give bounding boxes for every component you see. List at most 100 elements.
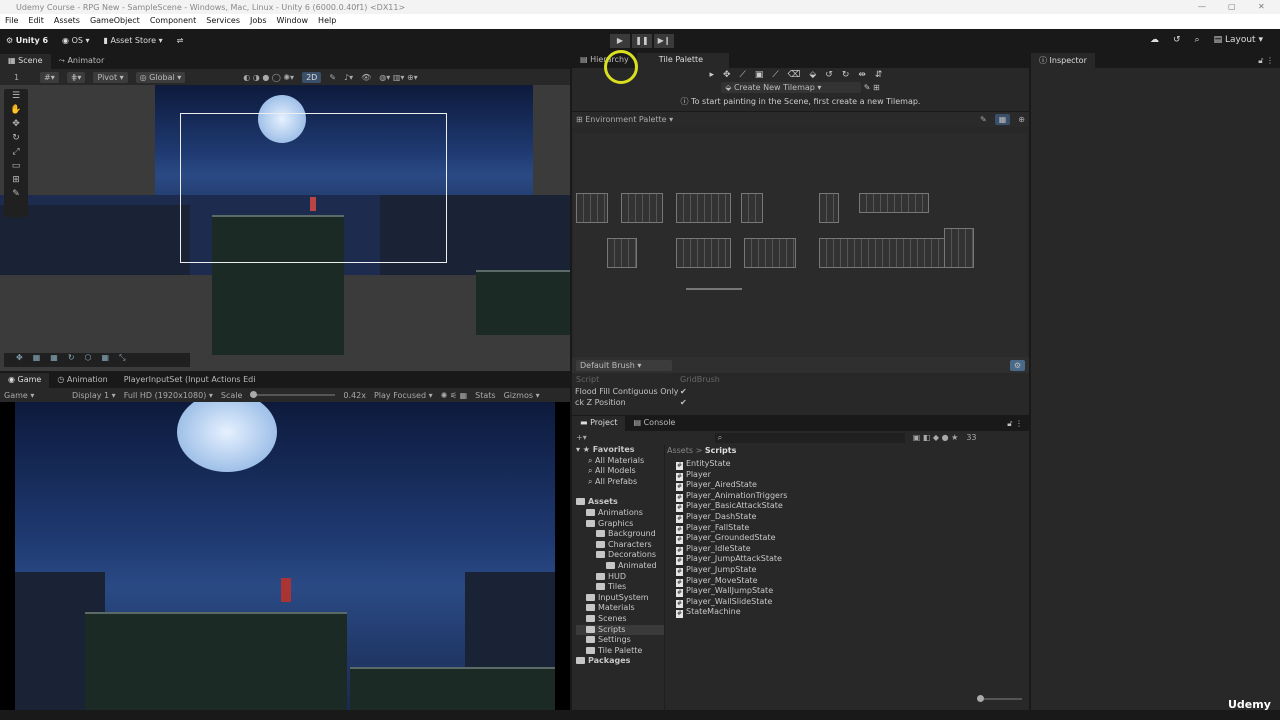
tab-tile-palette[interactable]: Tile Palette xyxy=(636,53,730,68)
menu-component[interactable]: Component xyxy=(150,16,196,27)
edit-palette-icon[interactable]: ✎ xyxy=(980,115,987,124)
mute-icon[interactable]: ✺ ⚟ ▦ xyxy=(441,391,468,400)
script-file[interactable]: # Player xyxy=(676,470,787,481)
breadcrumb-scripts[interactable]: Scripts xyxy=(705,446,737,455)
search-icon[interactable]: ⌕ xyxy=(1195,35,1200,45)
tab-project[interactable]: ▬ Project xyxy=(572,416,626,431)
icon-size-slider[interactable] xyxy=(977,695,1022,702)
2d-toggle[interactable]: 2D xyxy=(302,71,322,83)
visibility-icon[interactable]: 👁 xyxy=(361,73,371,82)
lock-icon[interactable]: 🔓︎ ⋮ xyxy=(1001,417,1029,431)
tree-item-decorations[interactable]: Decorations xyxy=(576,550,664,561)
grid-snap-button[interactable]: #▾ xyxy=(40,71,59,83)
favorite-item[interactable]: ⌕ All Prefabs xyxy=(576,477,664,488)
grid-button[interactable]: ⋕▾ xyxy=(66,71,86,83)
script-file[interactable]: # Player_FallState xyxy=(676,523,787,534)
active-tilemap-dropdown[interactable]: ⬙ Create New Tilemap ▾ xyxy=(721,82,862,93)
tab-input-actions[interactable]: PlayerInputSet (Input Actions Edi xyxy=(116,373,264,388)
tree-item-animated[interactable]: Animated xyxy=(576,561,664,572)
version-control-icon[interactable]: ⇌ xyxy=(177,36,184,45)
filter-icons[interactable]: ▣ ◧ ◆ ● ★ xyxy=(913,433,959,442)
script-file[interactable]: # Player_WallJumpState xyxy=(676,586,787,598)
palette-grid[interactable] xyxy=(574,133,1027,357)
pivot-dropdown[interactable]: Pivot ▾ xyxy=(93,71,128,83)
tree-item-tile-palette[interactable]: Tile Palette xyxy=(576,646,664,657)
tree-item-packages[interactable]: Packages xyxy=(576,656,664,667)
stats-button[interactable]: Stats xyxy=(475,391,495,400)
tree-item-assets[interactable]: Assets xyxy=(576,497,664,508)
menu-services[interactable]: Services xyxy=(206,16,240,27)
script-file[interactable]: # Player_AiredState xyxy=(676,480,787,492)
global-dropdown[interactable]: ◎ Global ▾ xyxy=(135,71,186,83)
script-file[interactable]: # EntityState xyxy=(676,459,787,470)
minimize-button[interactable]: — xyxy=(1198,2,1206,11)
menu-assets[interactable]: Assets xyxy=(54,16,80,27)
lighting-icon[interactable]: ✎ xyxy=(329,73,336,82)
scale-slider[interactable] xyxy=(250,391,336,398)
brush-picks-icon[interactable]: ⚙ xyxy=(1009,359,1025,371)
tab-scene[interactable]: ▦ Scene xyxy=(0,54,51,69)
menu-window[interactable]: Window xyxy=(277,16,309,27)
favorite-item[interactable]: ⌕ All Models xyxy=(576,466,664,477)
tree-item-animations[interactable]: Animations xyxy=(576,508,664,519)
tree-item-settings[interactable]: Settings xyxy=(576,635,664,646)
script-file[interactable]: # StateMachine xyxy=(676,607,787,619)
menu-edit[interactable]: Edit xyxy=(28,16,44,27)
maximize-button[interactable]: ▢ xyxy=(1228,2,1236,11)
breadcrumb-assets[interactable]: Assets xyxy=(667,446,693,455)
tree-item-materials[interactable]: Materials xyxy=(576,603,664,614)
favorites-header[interactable]: ▾ ★ Favorites xyxy=(576,445,664,456)
tilemap-overlay-toolbar[interactable]: ✥▦▦↻⬡▦⤡ xyxy=(4,353,190,367)
display-dropdown[interactable]: Display 1 ▾ xyxy=(72,391,116,400)
script-file[interactable]: # Player_JumpAttackState xyxy=(676,554,787,566)
favorite-item[interactable]: ⌕ All Materials xyxy=(576,456,664,467)
menu-gameobject[interactable]: GameObject xyxy=(90,16,140,27)
flood-fill-checkbox[interactable]: ✔ xyxy=(680,387,687,396)
play-focused-dropdown[interactable]: Play Focused ▾ xyxy=(374,391,433,400)
script-file[interactable]: # Player_JumpState xyxy=(676,565,787,576)
script-file[interactable]: # Player_GroundedState xyxy=(676,533,787,545)
tree-item-scenes[interactable]: Scenes xyxy=(576,614,664,625)
tab-animation[interactable]: ◷ Animation xyxy=(49,373,115,388)
tree-item-inputsystem[interactable]: InputSystem xyxy=(576,593,664,604)
resolution-dropdown[interactable]: Full HD (1920x1080) ▾ xyxy=(124,391,213,400)
script-file[interactable]: # Player_AnimationTriggers xyxy=(676,491,787,502)
tree-item-background[interactable]: Background xyxy=(576,529,664,540)
project-search-input[interactable]: ⌕ xyxy=(714,432,905,443)
tree-item-tiles[interactable]: Tiles xyxy=(576,582,664,593)
palette-dropdown[interactable]: ⊞ Environment Palette ▾ xyxy=(576,115,673,124)
tab-inspector[interactable]: ⓘ Inspector xyxy=(1031,53,1095,68)
close-button[interactable]: ✕ xyxy=(1258,2,1265,11)
tab-animator[interactable]: ⤳ Animator xyxy=(51,54,113,69)
account-dropdown[interactable]: ◉ OS ▾ xyxy=(62,36,89,45)
tile-tools[interactable]: ▸✥⟋▣⟋⌫⬙↺↻⇹⇵ xyxy=(572,70,1029,80)
game-view[interactable] xyxy=(0,402,570,710)
layout-dropdown[interactable]: ▤ Layout ▾ xyxy=(1214,35,1263,45)
history-icon[interactable]: ↺ xyxy=(1173,35,1181,45)
script-file[interactable]: # Player_DashState xyxy=(676,512,787,523)
tab-console[interactable]: ▤ Console xyxy=(625,416,683,431)
script-file[interactable]: # Player_BasicAttackState xyxy=(676,501,787,513)
script-file[interactable]: # Player_IdleState xyxy=(676,544,787,555)
gizmos-icon[interactable]: ◍▾ ▥▾ ⊕▾ xyxy=(379,73,417,82)
audio-icon[interactable]: ♪▾ xyxy=(344,73,353,82)
game-view-dropdown[interactable]: Game ▾ xyxy=(4,391,64,400)
asset-store-dropdown[interactable]: ▮ Asset Store ▾ xyxy=(104,36,163,45)
unity-button[interactable]: ⚙ Unity 6 xyxy=(6,36,48,45)
play-button[interactable]: ▶ xyxy=(610,34,630,48)
menu-file[interactable]: File xyxy=(5,16,18,27)
pause-button[interactable]: ❚❚ xyxy=(632,34,652,48)
tilemap-focus-icon[interactable]: ✎ ⊞ xyxy=(864,83,880,92)
tree-item-hud[interactable]: HUD xyxy=(576,572,664,583)
cloud-icon[interactable]: ☁ xyxy=(1150,35,1159,45)
create-button[interactable]: +▾ xyxy=(576,433,587,442)
menu-help[interactable]: Help xyxy=(318,16,336,27)
gizmos-dropdown[interactable]: Gizmos ▾ xyxy=(504,391,540,400)
menu-jobs[interactable]: Jobs xyxy=(250,16,267,27)
tab-game[interactable]: ◉ Game xyxy=(0,373,50,388)
tree-item-scripts[interactable]: Scripts xyxy=(576,624,664,636)
script-file[interactable]: # Player_WallSlideState xyxy=(676,597,787,608)
inspector-lock-icon[interactable]: 🔓︎ ⋮ xyxy=(1252,54,1280,68)
grid-toggle-icon[interactable]: ▦ xyxy=(994,114,1011,125)
tree-item-graphics[interactable]: Graphics xyxy=(576,519,664,530)
